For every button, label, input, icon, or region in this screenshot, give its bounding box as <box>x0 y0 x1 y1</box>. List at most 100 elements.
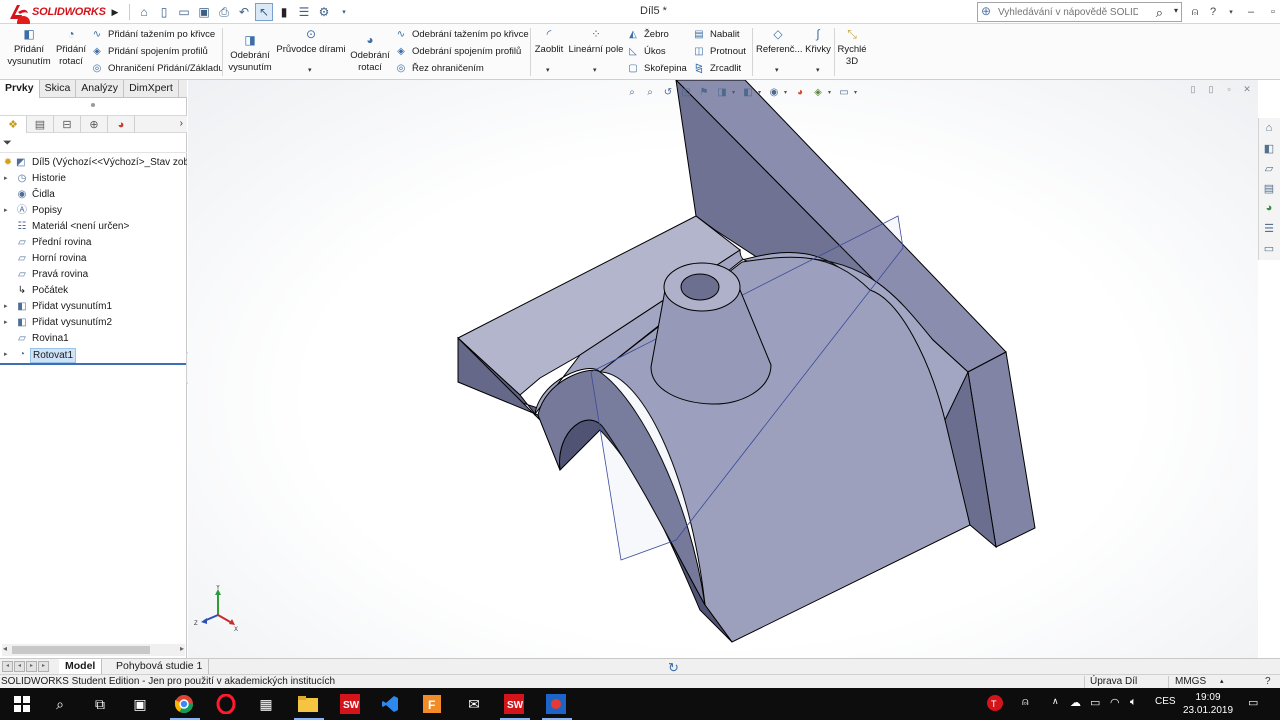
print-icon[interactable]: ⎙ <box>215 3 233 21</box>
help-dropdown-icon[interactable]: ▾ <box>1222 3 1240 21</box>
curves-button[interactable]: ∫ Křivky <box>803 28 833 56</box>
fillet-dropdown-icon[interactable]: ▾ <box>546 66 550 74</box>
hole-wizard-dropdown-icon[interactable]: ▾ <box>308 66 312 74</box>
file-explorer-tab-icon[interactable]: ▱ <box>1259 158 1279 178</box>
tree-item-extrude1[interactable]: ▸ ◧ Přidat vysunutím1 <box>0 299 187 315</box>
lofted-boss-button[interactable]: ◈ Přidání spojením profilů <box>90 46 208 58</box>
dynamic-annotation-icon[interactable]: ⚑ <box>696 84 712 100</box>
dropdown-icon[interactable]: ▾ <box>828 89 834 96</box>
scroll-left-icon[interactable]: ◂ <box>3 644 7 653</box>
extrude-boss-button[interactable]: ◧ Přidání vysunutím <box>4 28 54 68</box>
revolve-boss-button[interactable]: ◔ Přidání rotací <box>54 28 88 68</box>
tray-app-icon[interactable]: T <box>986 694 1004 715</box>
extruded-cut-button[interactable]: ◨ Odebrání vysunutím <box>226 34 274 74</box>
taskbar-clock[interactable]: 19:09 23.01.2019 <box>1183 691 1233 717</box>
dropdown-icon[interactable]: ▾ <box>758 89 764 96</box>
scrollbar-thumb[interactable] <box>12 646 150 654</box>
windows-start-icon[interactable] <box>8 692 36 716</box>
search-icon[interactable]: ⌕ <box>1156 5 1163 21</box>
tree-root-part[interactable]: ✹ ◩ Díl5 (Výchozí<<Výchozí>_Stav zob <box>0 155 187 171</box>
tree-item-annotations[interactable]: ▸ Ⓐ Popisy <box>0 203 187 219</box>
wifi-icon[interactable]: ◠ <box>1110 696 1120 709</box>
rollback-bar[interactable] <box>0 363 186 365</box>
viewport-maximize-icon[interactable]: ▫ <box>1222 84 1236 96</box>
boundary-cut-button[interactable]: ◎ Řez ohraničením <box>394 63 484 75</box>
graphics-viewport[interactable]: ⌕ ⌕ ↺ ◫ ⚑ ◨ ▾ ◧ ▾ ◉ ▾ ◕ ◈ ▾ ▭ ▾ ▯ ▯ ▫ ✕ … <box>188 80 1258 658</box>
chrome-icon[interactable] <box>170 692 198 716</box>
view-palette-tab-icon[interactable]: ▤ <box>1259 178 1279 198</box>
tab-model[interactable]: Model <box>59 659 103 674</box>
first-tab-icon[interactable]: ◂ <box>2 661 13 672</box>
help-search-input[interactable] <box>978 6 1138 18</box>
revolved-cut-button[interactable]: ◕ Odebrání rotací <box>348 34 392 74</box>
mirror-button[interactable]: ⧎ Zrcadlit <box>692 63 741 75</box>
notifications-icon[interactable]: ▭ <box>1248 696 1258 709</box>
help-search-box[interactable]: ⊕ ⌕ ▾ <box>977 2 1182 22</box>
file-explorer-icon[interactable] <box>294 692 322 716</box>
apply-scene-icon[interactable]: ◈ <box>810 84 826 100</box>
section-view-icon[interactable]: ◫ <box>678 84 694 100</box>
tree-item-extrude2[interactable]: ▸ ◧ Přidat vysunutím2 <box>0 315 187 331</box>
volume-icon[interactable]: 🔈︎ <box>1130 696 1137 709</box>
last-tab-icon[interactable]: ▸ <box>38 661 49 672</box>
rib-button[interactable]: ◭ Žebro <box>626 29 669 41</box>
lofted-cut-button[interactable]: ◈ Odebrání spojením profilů <box>394 46 521 58</box>
dropdown-icon[interactable]: ▾ <box>854 89 860 96</box>
expand-arrow-icon[interactable]: ▸ <box>4 203 8 219</box>
fusion-app-icon[interactable]: F <box>418 692 446 716</box>
viewport-minimize-icon[interactable]: ▯ <box>1186 84 1200 96</box>
tab-motion-study[interactable]: Pohybová studie 1 <box>110 659 210 674</box>
tree-item-revolve1[interactable]: ▸ ◔ Rotovat1 <box>0 347 187 363</box>
previous-tab-icon[interactable]: ◂ <box>14 661 25 672</box>
opera-icon[interactable] <box>212 692 240 716</box>
home-icon[interactable]: ⌂ <box>135 3 153 21</box>
curves-dropdown-icon[interactable]: ▾ <box>816 66 820 74</box>
battery-icon[interactable]: ▭ <box>1090 696 1100 709</box>
cloud-icon[interactable]: ☁ <box>1070 696 1081 709</box>
hide-show-items-icon[interactable]: ◉ <box>766 84 782 100</box>
solidworks-2018-icon[interactable]: SW <box>336 692 364 716</box>
reference-geometry-dropdown-icon[interactable]: ▾ <box>775 66 779 74</box>
tree-item-front-plane[interactable]: ▱ Přední rovina <box>0 235 187 251</box>
options-gear-icon[interactable]: ⚙ <box>315 3 333 21</box>
select-arrow-icon[interactable]: ↖ <box>255 3 273 21</box>
reference-geometry-button[interactable]: ◇ Referenč... <box>756 28 802 56</box>
tab-dimxpert[interactable]: DimXpert <box>124 80 179 98</box>
panel-grip-icon[interactable] <box>91 103 95 107</box>
appearances-tab-icon[interactable]: ◕ <box>1259 198 1279 218</box>
solidworks-resources-tab-icon[interactable]: ⌂ <box>1259 118 1279 138</box>
tree-item-history[interactable]: ▸ ◷ Historie <box>0 171 187 187</box>
linear-pattern-dropdown-icon[interactable]: ▾ <box>593 66 597 74</box>
swept-boss-button[interactable]: ∿ Přidání tažením po křivce <box>90 29 215 41</box>
help-icon[interactable]: ? <box>1204 3 1222 21</box>
boss-hole[interactable] <box>680 273 720 301</box>
expand-arrow-icon[interactable]: ▸ <box>4 171 8 187</box>
tab-features[interactable]: Prvky <box>0 80 40 98</box>
expand-arrow-icon[interactable]: ▸ <box>4 315 8 331</box>
expand-arrow-icon[interactable]: ▸ <box>4 299 8 315</box>
view-orientation-icon[interactable]: ◨ <box>714 84 730 100</box>
tree-item-right-plane[interactable]: ▱ Pravá rovina <box>0 267 187 283</box>
visual-studio-icon[interactable] <box>376 692 404 716</box>
scroll-right-icon[interactable]: ▸ <box>180 644 184 653</box>
view-settings-icon[interactable]: ▭ <box>836 84 852 100</box>
calculator-icon[interactable]: ▦ <box>252 692 280 716</box>
fillet-button[interactable]: ◜ Zaoblit <box>532 28 566 56</box>
unit-system-selector[interactable]: MMGS <box>1175 675 1206 688</box>
draft-button[interactable]: ◺ Úkos <box>626 46 666 58</box>
dimxpert-manager-tab-icon[interactable]: ⊕ <box>81 116 108 133</box>
forum-tab-icon[interactable]: ▭ <box>1259 238 1279 258</box>
save-icon[interactable]: ▣ <box>195 3 213 21</box>
viewport-close-icon[interactable]: ✕ <box>1240 84 1254 96</box>
task-view-icon[interactable]: ⧉ <box>86 692 114 716</box>
configuration-manager-tab-icon[interactable]: ⊟ <box>54 116 81 133</box>
new-document-icon[interactable]: ▯ <box>155 3 173 21</box>
tree-item-origin[interactable]: ↳ Počátek <box>0 283 187 299</box>
edit-appearance-icon[interactable]: ◕ <box>792 84 808 100</box>
user-account-icon[interactable]: ⍝ <box>1186 3 1204 21</box>
traffic-light-icon[interactable]: ▮ <box>275 3 293 21</box>
minimize-button[interactable]: – <box>1240 3 1262 21</box>
next-tab-icon[interactable]: ▸ <box>26 661 37 672</box>
recording-app-icon[interactable] <box>542 692 570 716</box>
display-style-icon[interactable]: ◧ <box>740 84 756 100</box>
